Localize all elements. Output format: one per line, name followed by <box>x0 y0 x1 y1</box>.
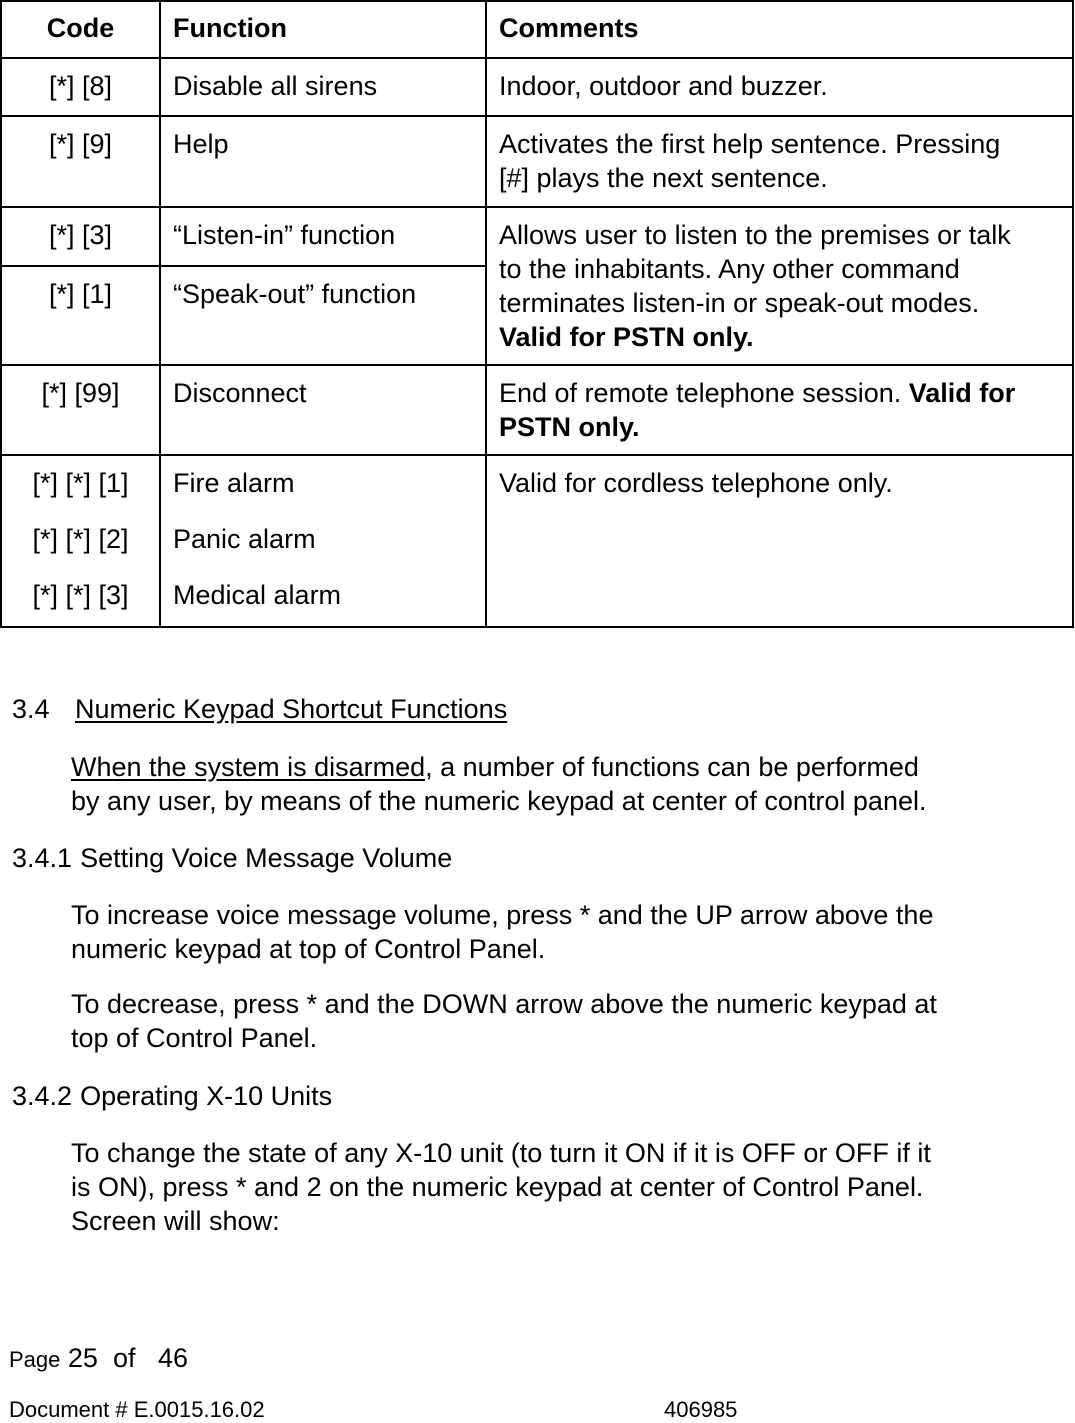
section-3-4-1-heading: 3.4.1 Setting Voice Message Volume <box>12 841 452 875</box>
cell-code: [*] [1] <box>0 264 161 367</box>
section-number: 3.4 <box>12 694 50 724</box>
paragraph-line: To change the state of any X-10 unit (to… <box>71 1138 931 1168</box>
comment-text: End of remote telephone session. <box>499 378 909 408</box>
cell-functions: Fire alarm Panic alarm Medical alarm <box>159 454 487 628</box>
function-item: Fire alarm <box>173 468 295 498</box>
page-current: 25 <box>67 1343 98 1373</box>
cell-code: [*] [8] <box>0 57 161 117</box>
section-title: Setting Voice Message Volume <box>80 843 453 873</box>
header-comments: Comments <box>485 0 1074 59</box>
table-row: [*] [9] Help Activates the first help se… <box>0 115 1074 208</box>
paragraph-line: numeric keypad at top of Control Panel. <box>71 934 546 964</box>
cell-code: [*] [3] <box>0 206 161 267</box>
section-title: Numeric Keypad Shortcut Functions <box>75 694 508 724</box>
cell-function: “Listen-in” function <box>159 206 487 267</box>
cell-function: Disable all sirens <box>159 57 487 117</box>
code-item: [*] [*] [2] <box>32 524 129 554</box>
cell-comment-merged: Allows user to listen to the premises or… <box>485 206 1074 366</box>
cell-comment: Activates the first help sentence. Press… <box>485 115 1074 208</box>
comment-line: [#] plays the next sentence. <box>499 163 828 193</box>
cell-comment: End of remote telephone session. Valid f… <box>485 364 1074 456</box>
document-id: 406985 <box>664 1397 738 1422</box>
table-row: [*] [*] [1] [*] [*] [2] [*] [*] [3] Fire… <box>0 454 1074 628</box>
page-label: Page <box>9 1347 61 1372</box>
table-row: [*] [99] Disconnect End of remote teleph… <box>0 364 1074 456</box>
code-item: [*] [*] [3] <box>32 580 129 610</box>
command-table: Code Function Comments [*] [8] Disable a… <box>0 0 1074 628</box>
page-total: 46 <box>158 1343 189 1373</box>
section-3-4-heading: 3.4 Numeric Keypad Shortcut Functions <box>12 692 507 726</box>
section-number: 3.4.1 <box>12 843 73 873</box>
section-3-4-2-heading: 3.4.2 Operating X-10 Units <box>12 1079 332 1113</box>
code-item: [*] [*] [1] <box>32 468 129 498</box>
table-row: [*] [8] Disable all sirens Indoor, outdo… <box>0 57 1074 117</box>
intro-paragraph-line: When the system is disarmed, a number of… <box>71 750 919 784</box>
section-title: Operating X-10 Units <box>80 1081 333 1111</box>
comment-line: terminates listen-in or speak-out modes. <box>499 288 980 318</box>
comment-note: Valid for PSTN only. <box>499 322 754 352</box>
cell-function: Disconnect <box>159 364 487 456</box>
cell-code: [*] [9] <box>0 115 161 208</box>
paragraph-line: To decrease, press * and the DOWN arrow … <box>71 989 937 1019</box>
function-item: Panic alarm <box>173 524 316 554</box>
paragraph-line: is ON), press * and 2 on the numeric key… <box>71 1172 924 1202</box>
cell-codes: [*] [*] [1] [*] [*] [2] [*] [*] [3] <box>0 454 161 628</box>
page-of: of <box>112 1343 136 1373</box>
cell-code: [*] [99] <box>0 364 161 456</box>
function-item: Medical alarm <box>173 580 342 610</box>
paragraph-line: top of Control Panel. <box>71 1023 318 1053</box>
cell-comment: Valid for cordless telephone only. <box>485 454 1074 628</box>
intro-condition: When the system is disarmed <box>71 752 426 782</box>
paragraph-line: To increase voice message volume, press … <box>71 900 934 930</box>
section-number: 3.4.2 <box>12 1081 73 1111</box>
comment-line: to the inhabitants. Any other command <box>499 254 960 284</box>
cell-comment: Indoor, outdoor and buzzer. <box>485 57 1074 117</box>
cell-function: Help <box>159 115 487 208</box>
header-function: Function <box>159 0 487 59</box>
header-code: Code <box>0 0 161 59</box>
intro-text: , a number of functions can be performed <box>425 752 919 782</box>
table-row: [*] [3] “Listen-in” function Allows user… <box>0 206 1074 366</box>
comment-line: Activates the first help sentence. Press… <box>499 129 1001 159</box>
page-number: Page 25 of 46 <box>9 1341 188 1377</box>
paragraph-line: Screen will show: <box>71 1206 280 1236</box>
table-header-row: Code Function Comments <box>0 0 1074 59</box>
comment-line: Allows user to listen to the premises or… <box>499 220 1011 250</box>
cell-function: “Speak-out” function <box>159 264 487 367</box>
intro-paragraph-line: by any user, by means of the numeric key… <box>71 786 927 816</box>
document-number: Document # E.0015.16.02 <box>9 1397 265 1422</box>
